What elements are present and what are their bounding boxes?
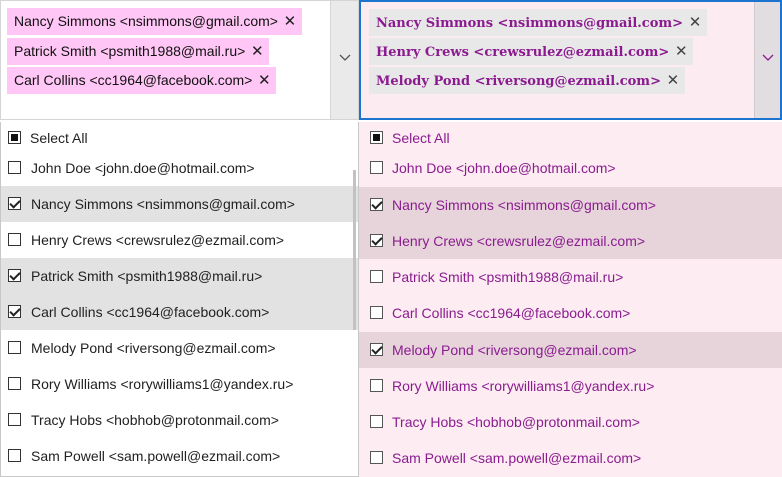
checkbox-icon[interactable] (8, 449, 21, 462)
token-label: Melody Pond <riversong@ezmail.com> (376, 74, 661, 89)
token-label: Henry Crews <crewsrulez@ezmail.com> (376, 45, 670, 60)
close-icon[interactable]: ✕ (661, 67, 685, 94)
right-checklist: Select All John Doe <john.doe@hotmail.co… (359, 122, 782, 477)
token-label: Patrick Smith <psmith1988@mail.ru> (14, 43, 246, 59)
list-item-label: John Doe <john.doe@hotmail.com> (392, 160, 616, 176)
right-token-2: Melody Pond <riversong@ezmail.com> ✕ (369, 67, 685, 94)
list-item[interactable]: Tracy Hobs <hobhob@protonmail.com> (359, 404, 782, 440)
list-item-label: Tracy Hobs <hobhob@protonmail.com> (31, 412, 279, 428)
checkbox-icon[interactable] (370, 161, 383, 174)
checkbox-icon[interactable] (370, 379, 383, 392)
close-icon[interactable]: ✕ (245, 38, 269, 65)
list-item-label: Patrick Smith <psmith1988@mail.ru> (31, 268, 263, 284)
checkbox-icon[interactable] (8, 413, 21, 426)
list-item[interactable]: Carl Collins <cc1964@facebook.com> (359, 295, 782, 331)
list-item[interactable]: Tracy Hobs <hobhob@protonmail.com> (1, 402, 358, 438)
close-icon[interactable]: ✕ (252, 67, 276, 94)
left-dropdown-button[interactable] (330, 1, 358, 119)
left-scrollbar-thumb[interactable] (353, 170, 356, 330)
close-icon[interactable]: ✕ (669, 38, 693, 65)
checkbox-icon[interactable] (370, 234, 383, 247)
list-item-label: Henry Crews <crewsrulez@ezmail.com> (392, 233, 646, 249)
list-item[interactable]: John Doe <john.doe@hotmail.com> (359, 150, 782, 186)
list-item[interactable]: Melody Pond <riversong@ezmail.com> (1, 330, 358, 366)
right-combobox[interactable]: Nancy Simmons <nsimmons@gmail.com> ✕ Henr… (359, 0, 782, 120)
checkbox-icon[interactable] (370, 343, 383, 356)
list-item-label: Rory Williams <rorywilliams1@yandex.ru> (392, 378, 655, 394)
list-item-label: Melody Pond <riversong@ezmail.com> (31, 340, 276, 356)
checkbox-icon[interactable] (370, 306, 383, 319)
right-token-0: Nancy Simmons <nsimmons@gmail.com> ✕ (369, 9, 708, 36)
token-label: Nancy Simmons <nsimmons@gmail.com> (14, 13, 278, 29)
list-item[interactable]: John Doe <john.doe@hotmail.com> (1, 150, 358, 186)
checkbox-icon[interactable] (8, 161, 21, 174)
left-token-2: Carl Collins <cc1964@facebook.com> ✕ (7, 67, 277, 94)
list-item-label: Melody Pond <riversong@ezmail.com> (392, 342, 637, 358)
list-item[interactable]: Sam Powell <sam.powell@ezmail.com> (359, 440, 782, 476)
left-token-0: Nancy Simmons <nsimmons@gmail.com> ✕ (7, 8, 302, 35)
left-token-1: Patrick Smith <psmith1988@mail.ru> ✕ (7, 38, 270, 65)
list-item[interactable]: Henry Crews <crewsrulez@ezmail.com> (1, 222, 358, 258)
list-item[interactable]: Sam Powell <sam.powell@ezmail.com> (1, 438, 358, 474)
list-item-label: Henry Crews <crewsrulez@ezmail.com> (31, 232, 285, 248)
list-item[interactable]: Nancy Simmons <nsimmons@gmail.com> (1, 186, 358, 222)
close-icon[interactable]: ✕ (278, 8, 302, 35)
list-item[interactable]: Melody Pond <riversong@ezmail.com> (359, 332, 782, 368)
list-item[interactable]: Henry Crews <crewsrulez@ezmail.com> (359, 223, 782, 259)
left-checklist: Select All John Doe <john.doe@hotmail.co… (0, 122, 359, 477)
checkbox-icon[interactable] (8, 233, 21, 246)
list-item-label: Nancy Simmons <nsimmons@gmail.com> (392, 197, 656, 213)
list-item-label: Carl Collins <cc1964@facebook.com> (392, 305, 631, 321)
list-item-label: Sam Powell <sam.powell@ezmail.com> (31, 448, 281, 464)
token-label: Carl Collins <cc1964@facebook.com> (14, 72, 253, 88)
checkbox-icon[interactable] (370, 451, 383, 464)
list-item-label: Sam Powell <sam.powell@ezmail.com> (392, 450, 642, 466)
checkbox-icon[interactable] (8, 269, 21, 282)
checkbox-icon[interactable] (8, 197, 21, 210)
checkbox-icon[interactable] (8, 305, 21, 318)
list-item-label: Patrick Smith <psmith1988@mail.ru> (392, 269, 624, 285)
chevron-down-icon (339, 54, 350, 61)
checkbox-icon[interactable] (370, 198, 383, 211)
list-item-label: Tracy Hobs <hobhob@protonmail.com> (392, 414, 640, 430)
checkbox-icon[interactable] (370, 131, 383, 144)
chevron-down-icon (762, 54, 773, 61)
list-item[interactable]: Rory Williams <rorywilliams1@yandex.ru> (1, 366, 358, 402)
list-item-label: Carl Collins <cc1964@facebook.com> (31, 304, 270, 320)
checkbox-icon[interactable] (8, 131, 21, 144)
list-item[interactable]: Patrick Smith <psmith1988@mail.ru> (1, 258, 358, 294)
list-item-label: John Doe <john.doe@hotmail.com> (31, 160, 255, 176)
list-item-label: Rory Williams <rorywilliams1@yandex.ru> (31, 376, 294, 392)
checkbox-icon[interactable] (8, 341, 21, 354)
checkbox-icon[interactable] (8, 377, 21, 390)
list-item[interactable]: Carl Collins <cc1964@facebook.com> (1, 294, 358, 330)
token-label: Nancy Simmons <nsimmons@gmail.com> (376, 16, 684, 31)
close-icon[interactable]: ✕ (683, 9, 707, 36)
list-item-label: Nancy Simmons <nsimmons@gmail.com> (31, 196, 295, 212)
list-item[interactable]: Patrick Smith <psmith1988@mail.ru> (359, 259, 782, 295)
checkbox-icon[interactable] (370, 415, 383, 428)
list-item[interactable]: Nancy Simmons <nsimmons@gmail.com> (359, 187, 782, 223)
checkbox-icon[interactable] (370, 270, 383, 283)
left-combobox[interactable]: Nancy Simmons <nsimmons@gmail.com> ✕ Patr… (0, 0, 359, 120)
list-item[interactable]: Rory Williams <rorywilliams1@yandex.ru> (359, 368, 782, 404)
right-dropdown-button[interactable] (754, 2, 780, 118)
right-token-1: Henry Crews <crewsrulez@ezmail.com> ✕ (369, 38, 694, 65)
